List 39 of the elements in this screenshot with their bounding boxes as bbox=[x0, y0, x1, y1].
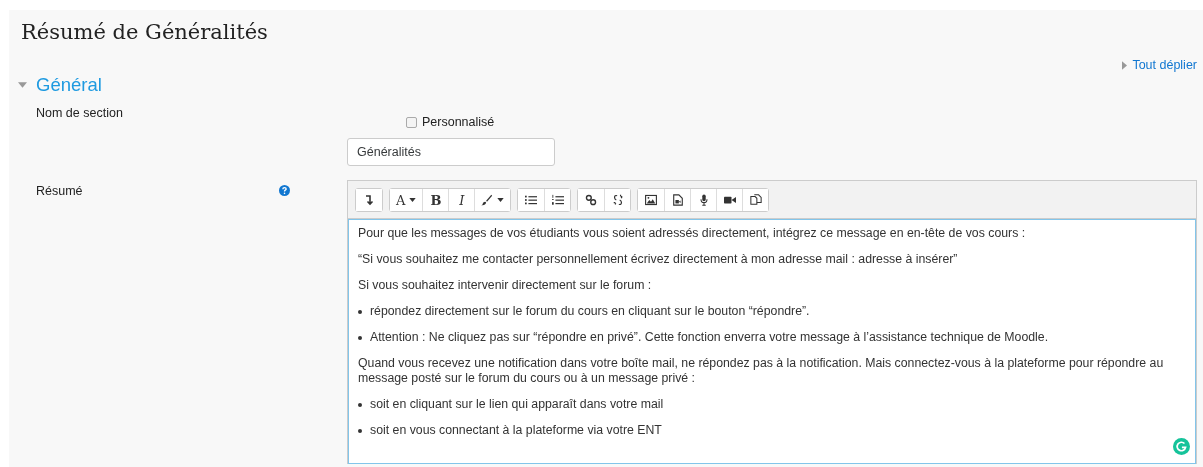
list-item: Attention : Ne cliquez pas sur “répondre en privé”. Cette fonction enverra votre message à l’assistance technique de Moodle. bbox=[370, 330, 1049, 345]
numbered-list-icon bbox=[551, 194, 564, 206]
arrow-down-icon bbox=[363, 194, 375, 206]
bullet-dot bbox=[358, 310, 362, 314]
files-button[interactable] bbox=[742, 189, 769, 211]
numbers-button[interactable] bbox=[544, 189, 571, 211]
field-label: Nom de section bbox=[36, 105, 123, 120]
editor-content[interactable] bbox=[348, 219, 1196, 464]
bullet-dot bbox=[358, 403, 362, 407]
triangle-icon bbox=[1122, 60, 1128, 70]
color-button[interactable] bbox=[474, 189, 511, 211]
unlink-button[interactable] bbox=[604, 189, 631, 211]
video-file-icon bbox=[671, 194, 684, 206]
page-title: Résumé de Généralités bbox=[21, 19, 269, 44]
checkbox-label: Personnalisé bbox=[422, 115, 495, 129]
expand-all-link[interactable]: Tout déplier bbox=[1122, 58, 1197, 72]
broken-link-icon bbox=[611, 194, 624, 206]
section-name-field[interactable]: Généralités bbox=[347, 138, 555, 166]
paragraph: “Si vous souhaitez me contacter personnellement écrivez directement à mon adresse mail : adresse à insérer” bbox=[358, 252, 959, 267]
brush-icon bbox=[481, 194, 494, 206]
files-icon bbox=[749, 194, 762, 206]
video-camera-icon bbox=[723, 194, 736, 206]
microphone-icon bbox=[697, 194, 710, 206]
list-item: soit en vous connectant à la plateforme via votre ENT bbox=[370, 423, 662, 438]
paragraph: Quand vous recevez une notification dans votre boîte mail, ne répondez pas à la notification. Mais connectez-vous à la plateforme pour répondre au message posté sur le forum du cours ou à un message privé : bbox=[358, 356, 1165, 386]
paragraph: Pour que les messages de vos étudiants vous soient adressés directement, intégrez ce message en en-tête de vos cours : bbox=[358, 226, 1027, 241]
collapse-button[interactable] bbox=[356, 189, 382, 211]
field-label: Résumé bbox=[36, 183, 83, 198]
bullet-dot bbox=[358, 336, 362, 340]
help-icon[interactable] bbox=[279, 185, 290, 196]
paragraph: Si vous souhaitez intervenir directement sur le forum : bbox=[358, 278, 653, 293]
link-icon bbox=[585, 194, 598, 206]
checkbox[interactable] bbox=[406, 116, 417, 128]
grammar-check-icon[interactable] bbox=[1173, 438, 1190, 455]
list-item: répondez directement sur le forum du cours en cliquant sur le bouton “répondre”. bbox=[370, 304, 810, 319]
bulleted-list-icon bbox=[525, 194, 538, 206]
bullet-dot bbox=[358, 429, 362, 433]
image-icon bbox=[645, 194, 658, 206]
list-item: soit en cliquant sur le lien qui apparaît dans votre mail bbox=[370, 397, 664, 412]
